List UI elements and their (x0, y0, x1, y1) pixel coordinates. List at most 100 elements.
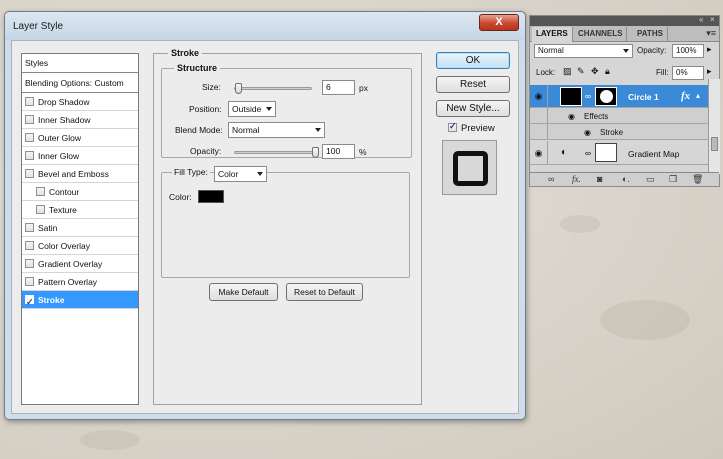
dialog-titlebar[interactable]: Layer Style X (5, 12, 525, 40)
trash-icon[interactable]: 🗑︎ (692, 174, 703, 185)
close-panel-icon[interactable]: × (710, 15, 715, 24)
tab-layers[interactable]: LAYERS (532, 27, 573, 42)
visibility-eye-icon[interactable]: ◉ (568, 112, 575, 121)
panel-topbar[interactable]: « × (530, 15, 719, 26)
fill-type-value: Color (218, 169, 239, 179)
reset-button[interactable]: Reset (436, 76, 510, 93)
list-item-contour[interactable]: Contour (22, 183, 138, 201)
stroke-group-title: Stroke (168, 48, 203, 58)
make-default-button[interactable]: Make Default (209, 283, 278, 301)
layer-row-gradient-map[interactable]: ◉ ◐ ∞ Gradient Map (530, 141, 708, 165)
inner-glow-checkbox[interactable] (25, 151, 34, 160)
list-item-drop-shadow[interactable]: Drop Shadow (22, 93, 138, 111)
contour-checkbox[interactable] (36, 187, 45, 196)
lock-label: Lock: (536, 68, 556, 77)
size-slider-thumb[interactable] (235, 83, 243, 94)
opacity-slider[interactable] (234, 151, 316, 154)
new-layer-icon[interactable]: ❐ (669, 174, 677, 185)
list-item-outer-glow[interactable]: Outer Glow (22, 129, 138, 147)
opacity-slider-thumb[interactable] (312, 147, 319, 158)
drop-shadow-checkbox[interactable] (25, 97, 34, 106)
expand-effects-icon[interactable]: ▴ (696, 91, 700, 100)
bevel-emboss-checkbox[interactable] (25, 169, 34, 178)
panel-menu-icon[interactable]: ▾≡ (706, 28, 716, 39)
satin-checkbox[interactable] (25, 223, 34, 232)
chevron-down-icon (623, 49, 629, 53)
lock-image-icon[interactable]: ✎ (577, 66, 585, 77)
texture-checkbox[interactable] (36, 205, 45, 214)
pattern-overlay-checkbox[interactable] (25, 277, 34, 286)
visibility-eye-icon[interactable] (530, 124, 548, 139)
blend-mode-value: Normal (232, 125, 260, 135)
scrollbar-thumb[interactable] (711, 137, 718, 151)
chevron-right-icon[interactable]: ▸ (707, 44, 712, 55)
inner-shadow-checkbox[interactable] (25, 115, 34, 124)
size-slider[interactable] (234, 87, 312, 90)
mask-icon[interactable]: ◙ (597, 174, 602, 184)
list-item-texture[interactable]: Texture (22, 201, 138, 219)
lock-position-icon[interactable]: ✥ (591, 66, 599, 77)
fill-input[interactable]: 0% (672, 66, 704, 80)
gradient-overlay-checkbox[interactable] (25, 259, 34, 268)
layer-style-dialog: Layer Style X Styles Blending Options: C… (4, 11, 526, 420)
layer-stroke-effect-row[interactable]: ◉ Stroke (530, 124, 708, 140)
close-button[interactable]: X (479, 14, 519, 31)
list-item-styles[interactable]: Styles (22, 54, 138, 73)
layer-name: Circle 1 (628, 92, 659, 102)
preview-option[interactable]: Preview (448, 121, 495, 134)
lock-all-icon[interactable]: 🔒︎ (605, 66, 610, 77)
layer-row-circle-1[interactable]: ◉ ∞ Circle 1 fx ▴ (530, 85, 708, 108)
list-item-inner-shadow[interactable]: Inner Shadow (22, 111, 138, 129)
color-overlay-checkbox[interactable] (25, 241, 34, 250)
list-item-pattern-overlay[interactable]: Pattern Overlay (22, 273, 138, 291)
layer-blend-mode-dropdown[interactable]: Normal (534, 44, 633, 58)
link-icon[interactable]: ∞ (548, 174, 554, 184)
list-item-inner-glow[interactable]: Inner Glow (22, 147, 138, 165)
fx-icon[interactable]: fx (681, 90, 690, 102)
chevron-right-icon[interactable]: ▸ (707, 66, 712, 77)
visibility-eye-icon[interactable] (530, 108, 548, 123)
size-input[interactable]: 6 (322, 80, 355, 95)
list-item-blending-options[interactable]: Blending Options: Custom (22, 73, 138, 93)
stroke-checkbox[interactable] (25, 293, 34, 311)
styles-list: Styles Blending Options: Custom Drop Sha… (21, 53, 139, 405)
layers-scrollbar[interactable] (708, 79, 720, 174)
outer-glow-checkbox[interactable] (25, 133, 34, 142)
list-item-label: Satin (38, 223, 58, 233)
collapse-icon[interactable]: « (699, 15, 703, 24)
panel-tabs: LAYERS CHANNELS PATHS ▾≡ (530, 26, 719, 42)
stroke-color-swatch[interactable] (198, 190, 224, 203)
opacity-input[interactable]: 100 (322, 144, 355, 159)
fill-type-dropdown[interactable]: Color (214, 166, 267, 182)
size-label: Size: (202, 82, 221, 92)
lock-transparency-icon[interactable]: ▨ (563, 66, 572, 77)
folder-icon[interactable]: ▭ (646, 174, 655, 185)
chevron-down-icon (266, 107, 272, 111)
visibility-eye-icon[interactable]: ◉ (530, 85, 548, 107)
preview-checkbox[interactable] (448, 121, 457, 132)
list-item-satin[interactable]: Satin (22, 219, 138, 237)
preview-label: Preview (461, 123, 495, 134)
list-item-stroke[interactable]: Stroke (22, 291, 138, 311)
chain-link-icon[interactable]: ∞ (585, 91, 591, 101)
ok-button[interactable]: OK (436, 52, 510, 69)
fx-icon[interactable]: fx. (572, 174, 581, 184)
tab-channels[interactable]: CHANNELS (574, 27, 628, 42)
blend-mode-dropdown[interactable]: Normal (228, 122, 325, 138)
preview-shape (453, 151, 488, 186)
layer-effects-row[interactable]: ◉ Effects (530, 108, 708, 124)
tab-paths[interactable]: PATHS (633, 27, 668, 42)
adjustment-icon[interactable]: ◐. (622, 174, 630, 184)
reset-to-default-button[interactable]: Reset to Default (286, 283, 363, 301)
list-item-gradient-overlay[interactable]: Gradient Overlay (22, 255, 138, 273)
layer-opacity-input[interactable]: 100% (672, 44, 704, 58)
new-style-button[interactable]: New Style... (436, 100, 510, 117)
list-item-bevel-emboss[interactable]: Bevel and Emboss (22, 165, 138, 183)
list-item-color-overlay[interactable]: Color Overlay (22, 237, 138, 255)
background-texture (560, 215, 600, 233)
position-dropdown[interactable]: Outside (228, 101, 276, 117)
visibility-eye-icon[interactable]: ◉ (530, 141, 548, 164)
chain-link-icon[interactable]: ∞ (585, 148, 591, 158)
layer-mask-thumbnail (595, 143, 617, 162)
visibility-eye-icon[interactable]: ◉ (584, 128, 591, 137)
